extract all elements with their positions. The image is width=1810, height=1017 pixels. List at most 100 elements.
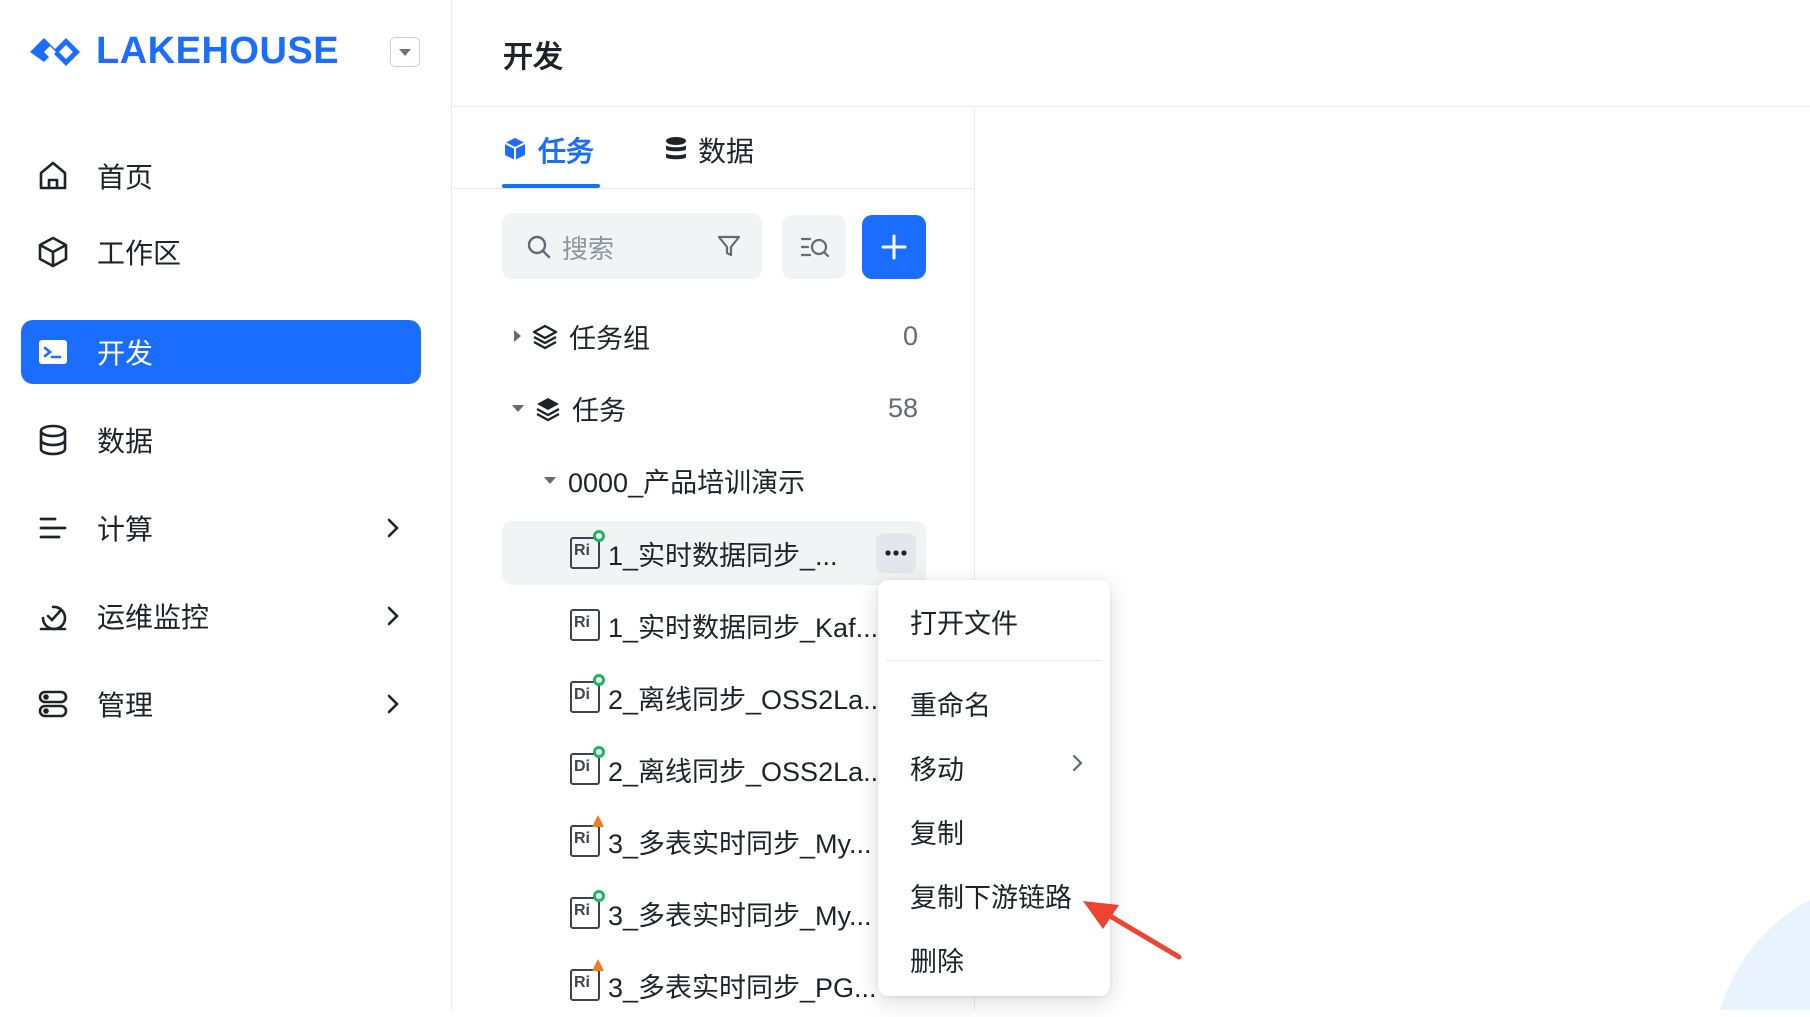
menu-item-label: 复制 xyxy=(910,819,964,849)
tree-file-label: 1_实时数据同步_Kaf... xyxy=(608,612,879,643)
expand-caret-icon[interactable] xyxy=(514,330,521,342)
add-task-button[interactable] xyxy=(862,215,926,279)
search-box[interactable]: 搜索 xyxy=(502,213,762,279)
realtime-task-icon: Ri xyxy=(570,959,604,1001)
tree-node-folder[interactable]: 0000_产品培训演示 xyxy=(502,448,926,512)
tree-node-count: 0 xyxy=(902,320,918,351)
monitor-icon xyxy=(39,605,67,631)
status-online-icon xyxy=(593,674,605,686)
tree-file-item[interactable]: Ri 3_多表实时同步_My... xyxy=(502,881,926,945)
workspace-switcher-dropdown[interactable] xyxy=(390,37,420,67)
home-icon xyxy=(39,161,67,190)
search-input[interactable]: 搜索 xyxy=(562,229,614,266)
tree-file-item[interactable]: Ri 1_实时数据同步_Kaf... xyxy=(502,593,926,657)
tab-label: 任务 xyxy=(538,136,595,167)
page-title: 开发 xyxy=(503,41,563,74)
collapse-caret-icon[interactable] xyxy=(544,476,556,484)
realtime-task-icon: Ri xyxy=(570,609,600,641)
offline-sync-task-icon: Di xyxy=(570,746,605,785)
tree-file-label: 3_多表实时同步_My... xyxy=(608,828,872,859)
nav-item-manage[interactable]: 管理 xyxy=(21,672,421,736)
tree-node-label: 0000_产品培训演示 xyxy=(568,467,806,498)
filter-icon[interactable] xyxy=(716,233,742,259)
database-icon xyxy=(666,137,686,160)
menu-item-label: 重命名 xyxy=(910,691,991,721)
nav-item-label: 计算 xyxy=(97,514,154,545)
database-icon xyxy=(39,424,67,456)
search-icon xyxy=(527,235,551,259)
menu-item-open-file[interactable]: 打开文件 xyxy=(878,590,1110,646)
tree-file-label: 3_多表实时同步_PG... xyxy=(608,972,877,1003)
realtime-task-icon: Ri xyxy=(570,530,605,569)
tree-node-label: 任务 xyxy=(572,395,626,426)
tree-file-item[interactable]: Di 2_离线同步_OSS2La... xyxy=(502,665,926,729)
collapse-caret-icon[interactable] xyxy=(512,404,524,412)
menu-divider xyxy=(886,660,1102,661)
nav-item-compute[interactable]: 计算 xyxy=(21,496,421,560)
status-pending-publish-icon xyxy=(592,815,604,827)
nav-item-label: 运维监控 xyxy=(97,602,210,633)
menu-item-label: 删除 xyxy=(910,947,964,977)
cube-icon xyxy=(504,138,526,160)
chevron-right-icon xyxy=(387,694,399,714)
tree-node-label: 任务组 xyxy=(569,323,650,354)
tree-file-label: 1_实时数据同步_... xyxy=(608,540,838,571)
status-online-icon xyxy=(593,530,605,542)
nav-item-data[interactable]: 数据 xyxy=(21,408,421,472)
realtime-task-icon: Ri xyxy=(570,890,605,929)
chevron-right-icon xyxy=(387,518,399,538)
tab-data[interactable]: 数据 xyxy=(664,130,764,188)
plus-icon xyxy=(881,234,907,260)
layers-filled-icon xyxy=(536,398,560,422)
nav-item-label: 管理 xyxy=(97,690,154,721)
panel-tabs: 任务 数据 xyxy=(453,108,975,189)
ellipsis-icon xyxy=(885,550,907,556)
tab-tasks[interactable]: 任务 xyxy=(502,130,600,188)
sidebar: LAKEHOUSE 首页 工作区 开发 数据 计算 运维监控 管理 xyxy=(0,0,452,1010)
tree-node-count: 58 xyxy=(887,392,918,423)
tree-file-label: 2_离线同步_OSS2La... xyxy=(608,684,886,715)
terminal-icon xyxy=(39,340,67,364)
tree-node-task-group[interactable]: 任务组 0 xyxy=(502,304,926,368)
menu-item-label: 打开文件 xyxy=(910,609,1018,639)
status-pending-publish-icon xyxy=(592,959,604,971)
status-online-icon xyxy=(593,746,605,758)
logo[interactable]: LAKEHOUSE xyxy=(26,30,339,73)
compute-icon xyxy=(39,517,67,539)
tree-file-item[interactable]: Ri 3_多表实时同步_PG... xyxy=(502,953,926,1017)
nav-item-label: 首页 xyxy=(97,162,154,193)
locate-file-icon xyxy=(800,237,830,258)
cube-icon xyxy=(38,236,68,268)
tree-node-tasks[interactable]: 任务 58 xyxy=(502,376,926,440)
menu-item-move[interactable]: 移动 xyxy=(878,736,1110,792)
tree-file-item[interactable]: Ri 1_实时数据同步_... xyxy=(502,521,926,585)
offline-sync-task-icon: Di xyxy=(570,674,605,713)
menu-item-label: 移动 xyxy=(910,755,964,785)
nav-item-workspace[interactable]: 工作区 xyxy=(21,220,421,284)
locate-button[interactable] xyxy=(782,215,846,279)
tree-file-label: 2_离线同步_OSS2La... xyxy=(608,756,886,787)
chevron-right-icon xyxy=(1072,754,1083,772)
tree-file-label: 3_多表实时同步_My... xyxy=(608,900,872,931)
nav-item-label: 工作区 xyxy=(97,238,182,269)
page-header: 开发 xyxy=(453,0,1810,107)
menu-item-label: 复制下游链路 xyxy=(910,883,1072,913)
chevron-right-icon xyxy=(387,606,399,626)
manage-icon xyxy=(38,690,68,718)
lakehouse-logo-icon xyxy=(30,37,80,66)
tab-label: 数据 xyxy=(698,136,755,167)
realtime-task-icon: Ri xyxy=(570,815,604,857)
status-online-icon xyxy=(593,890,605,902)
nav-item-label: 数据 xyxy=(97,426,154,457)
brand-name: LAKEHOUSE xyxy=(96,30,340,72)
nav-item-develop[interactable]: 开发 xyxy=(21,320,421,384)
nav-item-label: 开发 xyxy=(97,338,154,369)
tree-file-item[interactable]: Di 2_离线同步_OSS2La... xyxy=(502,737,926,801)
annotation-arrow-icon xyxy=(1083,901,1182,960)
nav-item-ops-monitor[interactable]: 运维监控 xyxy=(21,584,421,648)
more-actions-button[interactable] xyxy=(876,533,916,573)
menu-item-copy[interactable]: 复制 xyxy=(878,800,1110,856)
tree-file-item[interactable]: Ri 3_多表实时同步_My... xyxy=(502,809,926,873)
menu-item-rename[interactable]: 重命名 xyxy=(878,672,1110,728)
nav-item-home[interactable]: 首页 xyxy=(21,144,421,208)
